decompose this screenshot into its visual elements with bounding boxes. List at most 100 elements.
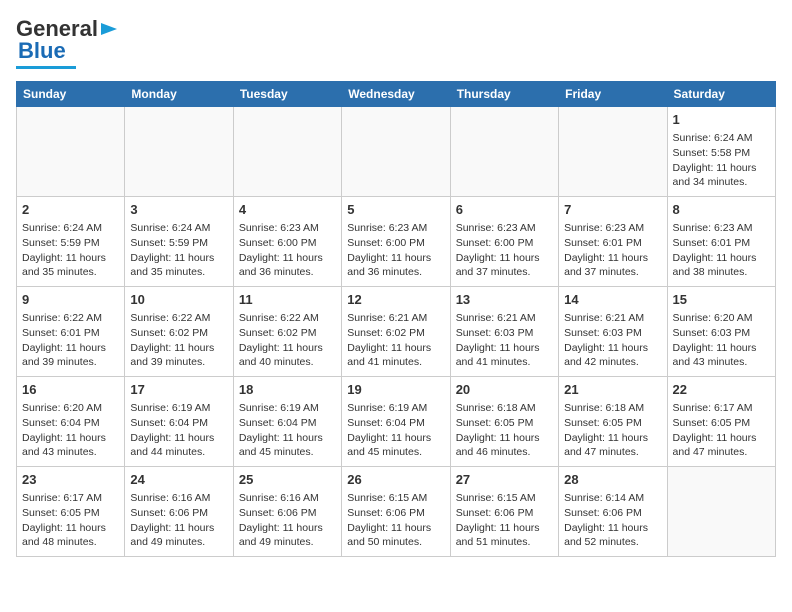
day-info: Sunrise: 6:20 AM Sunset: 6:04 PM Dayligh… (22, 401, 119, 460)
day-info: Sunrise: 6:19 AM Sunset: 6:04 PM Dayligh… (239, 401, 336, 460)
day-info: Sunrise: 6:23 AM Sunset: 6:00 PM Dayligh… (347, 221, 444, 280)
day-info: Sunrise: 6:14 AM Sunset: 6:06 PM Dayligh… (564, 491, 661, 550)
calendar-cell: 6Sunrise: 6:23 AM Sunset: 6:00 PM Daylig… (450, 197, 558, 287)
calendar-cell: 15 Sunrise: 6:20 AM Sunset: 6:03 PM Dayli… (667, 287, 775, 377)
calendar-cell: 10 Sunrise: 6:22 AM Sunset: 6:02 PM Dayli… (125, 287, 233, 377)
calendar-cell: 20 Sunrise: 6:18 AM Sunset: 6:05 PM Dayli… (450, 377, 558, 467)
day-info: Sunrise: 6:20 AM Sunset: 6:03 PM Dayligh… (673, 311, 770, 370)
day-number: 15 (673, 291, 770, 309)
day-number: 2 (22, 201, 119, 219)
day-number: 4 (239, 201, 336, 219)
day-number: 28 (564, 471, 661, 489)
day-info: Sunrise: 6:24 AM Sunset: 5:59 PM Dayligh… (22, 221, 119, 280)
calendar-table: SundayMondayTuesdayWednesdayThursdayFrid… (16, 81, 776, 557)
day-number: 1 (673, 111, 770, 129)
day-number: 24 (130, 471, 227, 489)
calendar-cell: 21 Sunrise: 6:18 AM Sunset: 6:05 PM Dayli… (559, 377, 667, 467)
day-number: 26 (347, 471, 444, 489)
calendar-cell: 8 Sunrise: 6:23 AM Sunset: 6:01 PM Daylig… (667, 197, 775, 287)
day-info: Sunrise: 6:21 AM Sunset: 6:03 PM Dayligh… (564, 311, 661, 370)
calendar-header: SundayMondayTuesdayWednesdayThursdayFrid… (17, 82, 776, 107)
weekday-friday: Friday (559, 82, 667, 107)
day-number: 25 (239, 471, 336, 489)
logo-arrow-icon (99, 19, 119, 39)
calendar-cell: 13 Sunrise: 6:21 AM Sunset: 6:03 PM Dayli… (450, 287, 558, 377)
calendar-cell: 11 Sunrise: 6:22 AM Sunset: 6:02 PM Dayli… (233, 287, 341, 377)
day-number: 17 (130, 381, 227, 399)
calendar-cell (125, 107, 233, 197)
page-header: General Blue (16, 16, 776, 69)
calendar-cell: 27 Sunrise: 6:15 AM Sunset: 6:06 PM Dayli… (450, 467, 558, 557)
day-number: 7 (564, 201, 661, 219)
calendar-cell (450, 107, 558, 197)
calendar-cell: 22Sunrise: 6:17 AM Sunset: 6:05 PM Dayli… (667, 377, 775, 467)
day-number: 12 (347, 291, 444, 309)
day-number: 3 (130, 201, 227, 219)
day-info: Sunrise: 6:24 AM Sunset: 5:59 PM Dayligh… (130, 221, 227, 280)
weekday-saturday: Saturday (667, 82, 775, 107)
day-info: Sunrise: 6:18 AM Sunset: 6:05 PM Dayligh… (456, 401, 553, 460)
calendar-cell: 19 Sunrise: 6:19 AM Sunset: 6:04 PM Dayli… (342, 377, 450, 467)
day-number: 23 (22, 471, 119, 489)
day-info: Sunrise: 6:16 AM Sunset: 6:06 PM Dayligh… (130, 491, 227, 550)
calendar-cell: 9 Sunrise: 6:22 AM Sunset: 6:01 PM Daylig… (17, 287, 125, 377)
logo-text-blue: Blue (18, 38, 66, 64)
weekday-wednesday: Wednesday (342, 82, 450, 107)
day-info: Sunrise: 6:23 AM Sunset: 6:00 PM Dayligh… (239, 221, 336, 280)
day-info: Sunrise: 6:22 AM Sunset: 6:01 PM Dayligh… (22, 311, 119, 370)
day-number: 20 (456, 381, 553, 399)
day-info: Sunrise: 6:22 AM Sunset: 6:02 PM Dayligh… (130, 311, 227, 370)
day-info: Sunrise: 6:23 AM Sunset: 6:00 PM Dayligh… (456, 221, 553, 280)
logo: General Blue (16, 16, 119, 69)
calendar-cell: 25 Sunrise: 6:16 AM Sunset: 6:06 PM Dayli… (233, 467, 341, 557)
day-info: Sunrise: 6:19 AM Sunset: 6:04 PM Dayligh… (347, 401, 444, 460)
day-info: Sunrise: 6:21 AM Sunset: 6:03 PM Dayligh… (456, 311, 553, 370)
calendar-cell: 17 Sunrise: 6:19 AM Sunset: 6:04 PM Dayli… (125, 377, 233, 467)
day-info: Sunrise: 6:21 AM Sunset: 6:02 PM Dayligh… (347, 311, 444, 370)
week-row-0: 1 Sunrise: 6:24 AM Sunset: 5:58 PM Daylig… (17, 107, 776, 197)
calendar-cell: 16 Sunrise: 6:20 AM Sunset: 6:04 PM Dayli… (17, 377, 125, 467)
day-number: 21 (564, 381, 661, 399)
calendar-cell: 23Sunrise: 6:17 AM Sunset: 6:05 PM Dayli… (17, 467, 125, 557)
weekday-sunday: Sunday (17, 82, 125, 107)
day-number: 16 (22, 381, 119, 399)
calendar-cell: 14 Sunrise: 6:21 AM Sunset: 6:03 PM Dayli… (559, 287, 667, 377)
day-info: Sunrise: 6:19 AM Sunset: 6:04 PM Dayligh… (130, 401, 227, 460)
day-number: 9 (22, 291, 119, 309)
day-number: 14 (564, 291, 661, 309)
calendar-cell: 28 Sunrise: 6:14 AM Sunset: 6:06 PM Dayli… (559, 467, 667, 557)
calendar-cell (233, 107, 341, 197)
calendar-cell: 3 Sunrise: 6:24 AM Sunset: 5:59 PM Daylig… (125, 197, 233, 287)
calendar-cell: 26 Sunrise: 6:15 AM Sunset: 6:06 PM Dayli… (342, 467, 450, 557)
day-number: 5 (347, 201, 444, 219)
day-number: 10 (130, 291, 227, 309)
day-number: 27 (456, 471, 553, 489)
week-row-4: 23Sunrise: 6:17 AM Sunset: 6:05 PM Dayli… (17, 467, 776, 557)
day-info: Sunrise: 6:24 AM Sunset: 5:58 PM Dayligh… (673, 131, 770, 190)
calendar-cell: 12 Sunrise: 6:21 AM Sunset: 6:02 PM Dayli… (342, 287, 450, 377)
calendar-cell: 7Sunrise: 6:23 AM Sunset: 6:01 PM Daylig… (559, 197, 667, 287)
weekday-tuesday: Tuesday (233, 82, 341, 107)
weekday-thursday: Thursday (450, 82, 558, 107)
day-info: Sunrise: 6:15 AM Sunset: 6:06 PM Dayligh… (456, 491, 553, 550)
day-info: Sunrise: 6:18 AM Sunset: 6:05 PM Dayligh… (564, 401, 661, 460)
week-row-1: 2 Sunrise: 6:24 AM Sunset: 5:59 PM Daylig… (17, 197, 776, 287)
day-info: Sunrise: 6:16 AM Sunset: 6:06 PM Dayligh… (239, 491, 336, 550)
calendar-cell (342, 107, 450, 197)
day-number: 19 (347, 381, 444, 399)
day-info: Sunrise: 6:15 AM Sunset: 6:06 PM Dayligh… (347, 491, 444, 550)
calendar-cell: 4 Sunrise: 6:23 AM Sunset: 6:00 PM Daylig… (233, 197, 341, 287)
day-number: 18 (239, 381, 336, 399)
week-row-3: 16 Sunrise: 6:20 AM Sunset: 6:04 PM Dayli… (17, 377, 776, 467)
day-info: Sunrise: 6:23 AM Sunset: 6:01 PM Dayligh… (673, 221, 770, 280)
day-info: Sunrise: 6:22 AM Sunset: 6:02 PM Dayligh… (239, 311, 336, 370)
day-info: Sunrise: 6:17 AM Sunset: 6:05 PM Dayligh… (673, 401, 770, 460)
calendar-cell (667, 467, 775, 557)
day-number: 13 (456, 291, 553, 309)
calendar-cell: 18 Sunrise: 6:19 AM Sunset: 6:04 PM Dayli… (233, 377, 341, 467)
day-number: 8 (673, 201, 770, 219)
weekday-monday: Monday (125, 82, 233, 107)
calendar-cell: 24 Sunrise: 6:16 AM Sunset: 6:06 PM Dayli… (125, 467, 233, 557)
calendar-cell: 1 Sunrise: 6:24 AM Sunset: 5:58 PM Daylig… (667, 107, 775, 197)
day-number: 11 (239, 291, 336, 309)
